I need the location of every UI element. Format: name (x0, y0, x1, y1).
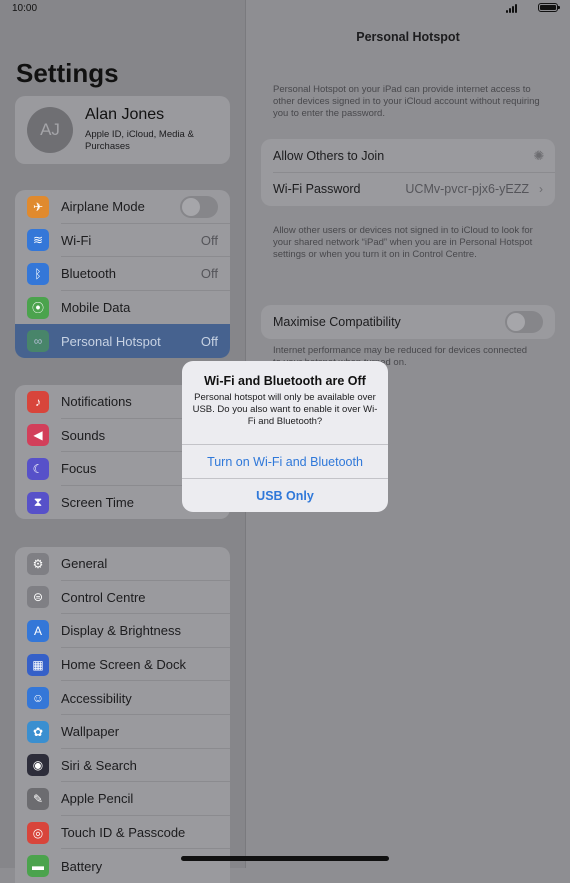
wifi-bluetooth-off-alert: Wi-Fi and Bluetooth are Off Personal hot… (182, 361, 388, 512)
bluetooth-icon: ᛒ (27, 262, 49, 285)
sidebar-item-label: Control Centre (61, 589, 146, 605)
profile-subtitle: Apple ID, iCloud, Media & Purchases (85, 129, 194, 152)
sidebar-item-label: General (61, 556, 108, 572)
grid-icon: ▦ (27, 653, 49, 676)
sidebar-item-label: Accessibility (61, 690, 132, 706)
airplane-icon: ✈ (27, 195, 49, 218)
share-note-text: Allow other users or devices not signed … (273, 225, 533, 260)
sidebar-item-label: Bluetooth (61, 266, 116, 282)
sidebar-item-mobile-data[interactable]: ⦿ Mobile Data (15, 291, 230, 325)
page-title: Settings (16, 58, 119, 88)
sidebar-item-accessibility[interactable]: ☺ Accessibility (15, 681, 230, 715)
sidebar-item-label: Touch ID & Passcode (61, 825, 186, 841)
maximise-compatibility-toggle[interactable] (505, 310, 543, 333)
hotspot-settings-group: Allow Others to Join ✺ Wi-Fi Password UC… (261, 139, 555, 206)
status-bar: 10:00 (0, 0, 570, 18)
profile-name: Alan Jones (85, 106, 165, 123)
connectivity-group: ✈ Airplane Mode ≋ Wi-Fi Off ᛒ Bluetooth Off ⦿ Mob… (15, 190, 230, 358)
avatar: AJ (27, 107, 73, 153)
pencil-icon: ✎ (27, 787, 49, 810)
sidebar-item-value: Off (200, 266, 218, 282)
allow-others-label: Allow Others to Join (273, 148, 385, 163)
hotspot-intro-text: Personal Hotspot on your iPad can provid… (273, 84, 540, 119)
sidebar-item-label: Apple Pencil (61, 791, 134, 807)
ipad-screen: 10:00 Settings AJ Alan Jones Apple ID, i… (0, 0, 570, 883)
detail-title: Personal Hotspot (356, 30, 460, 44)
battery-status-icon (538, 3, 560, 12)
allow-others-row[interactable]: Allow Others to Join ✺ (261, 139, 555, 173)
sidebar-item-label: Notifications (61, 394, 132, 410)
sidebar-item-label: Mobile Data (61, 300, 131, 316)
sidebar-item-home-screen-dock[interactable]: ▦ Home Screen & Dock (15, 648, 230, 682)
speaker-icon: ◀ (27, 424, 49, 447)
siri-icon: ◉ (27, 754, 49, 777)
home-indicator[interactable] (181, 856, 389, 861)
wifi-password-label: Wi-Fi Password (273, 182, 361, 197)
alert-message: Personal hotspot will only be available … (192, 392, 378, 427)
fingerprint-icon: ◎ (27, 821, 49, 844)
wifi-password-value: UCMv-pvcr-pjx6-yEZZ (405, 182, 529, 197)
usb-only-button[interactable]: USB Only (182, 479, 388, 512)
sidebar-item-value: Off (200, 232, 218, 248)
sidebar-item-siri-search[interactable]: ◉ Siri & Search (15, 749, 230, 783)
antenna-icon: ⦿ (27, 296, 49, 319)
sidebar-item-apple-pencil[interactable]: ✎ Apple Pencil (15, 782, 230, 816)
sidebar-item-label: Wallpaper (61, 724, 120, 740)
chevron-right-icon: › (539, 182, 543, 197)
sidebar-item-value: Off (200, 333, 218, 349)
gear-icon: ⚙ (27, 552, 49, 575)
wifi-icon: ≋ (27, 229, 49, 252)
wifi-password-row[interactable]: Wi-Fi Password UCMv-pvcr-pjx6-yEZZ › (261, 173, 555, 207)
general-group: ⚙ General ⊜ Control Centre A Display & Bright… (15, 547, 230, 883)
accessibility-icon: ☺ (27, 687, 49, 710)
sidebar-item-personal-hotspot[interactable]: ∞ Personal Hotspot Off (15, 324, 230, 358)
sidebar-item-label: Home Screen & Dock (61, 657, 186, 673)
turn-on-wifi-bluetooth-button[interactable]: Turn on Wi-Fi and Bluetooth (182, 445, 388, 478)
status-time: 10:00 (12, 3, 38, 14)
switches-icon: ⊜ (27, 586, 49, 609)
sidebar-item-label: Focus (61, 461, 97, 477)
loading-spinner-icon: ✺ (533, 147, 545, 163)
maximise-compatibility-label: Maximise Compatibility (273, 314, 401, 329)
sidebar-item-label: Sounds (61, 427, 106, 443)
sidebar-item-touch-id-passcode[interactable]: ◎ Touch ID & Passcode (15, 816, 230, 850)
sidebar-item-control-centre[interactable]: ⊜ Control Centre (15, 581, 230, 615)
alert-title: Wi-Fi and Bluetooth are Off (204, 374, 366, 388)
sidebar-item-label: Siri & Search (61, 757, 137, 773)
display-icon: A (27, 619, 49, 642)
sidebar-item-label: Battery (61, 858, 103, 874)
sidebar-item-airplane-mode[interactable]: ✈ Airplane Mode (15, 190, 230, 224)
maximise-compatibility-row: Maximise Compatibility (261, 305, 555, 339)
sidebar-item-label: Screen Time (61, 495, 134, 511)
sidebar-item-label: Airplane Mode (61, 199, 145, 215)
airplane-mode-toggle[interactable] (180, 195, 218, 218)
sidebar-item-bluetooth[interactable]: ᛒ Bluetooth Off (15, 257, 230, 291)
hourglass-icon: ⧗ (27, 491, 49, 514)
hotspot-icon: ∞ (27, 330, 49, 353)
battery-icon: ▬ (27, 855, 49, 878)
apple-id-profile[interactable]: AJ Alan Jones Apple ID, iCloud, Media & … (15, 96, 230, 164)
compatibility-group: Maximise Compatibility (261, 305, 555, 339)
sidebar-item-display-brightness[interactable]: A Display & Brightness (15, 614, 230, 648)
sidebar-item-general[interactable]: ⚙ General (15, 547, 230, 581)
sidebar-item-battery[interactable]: ▬ Battery (15, 849, 230, 883)
sidebar-item-wi-fi[interactable]: ≋ Wi-Fi Off (15, 224, 230, 258)
sidebar-item-label: Display & Brightness (61, 623, 181, 639)
sidebar-item-label: Wi-Fi (61, 232, 92, 248)
moon-icon: ☾ (27, 457, 49, 480)
flower-icon: ✿ (27, 720, 49, 743)
sidebar-item-label: Personal Hotspot (61, 333, 161, 349)
cellular-signal-icon (506, 4, 517, 13)
bell-icon: ♪ (27, 390, 49, 413)
sidebar-item-wallpaper[interactable]: ✿ Wallpaper (15, 715, 230, 749)
